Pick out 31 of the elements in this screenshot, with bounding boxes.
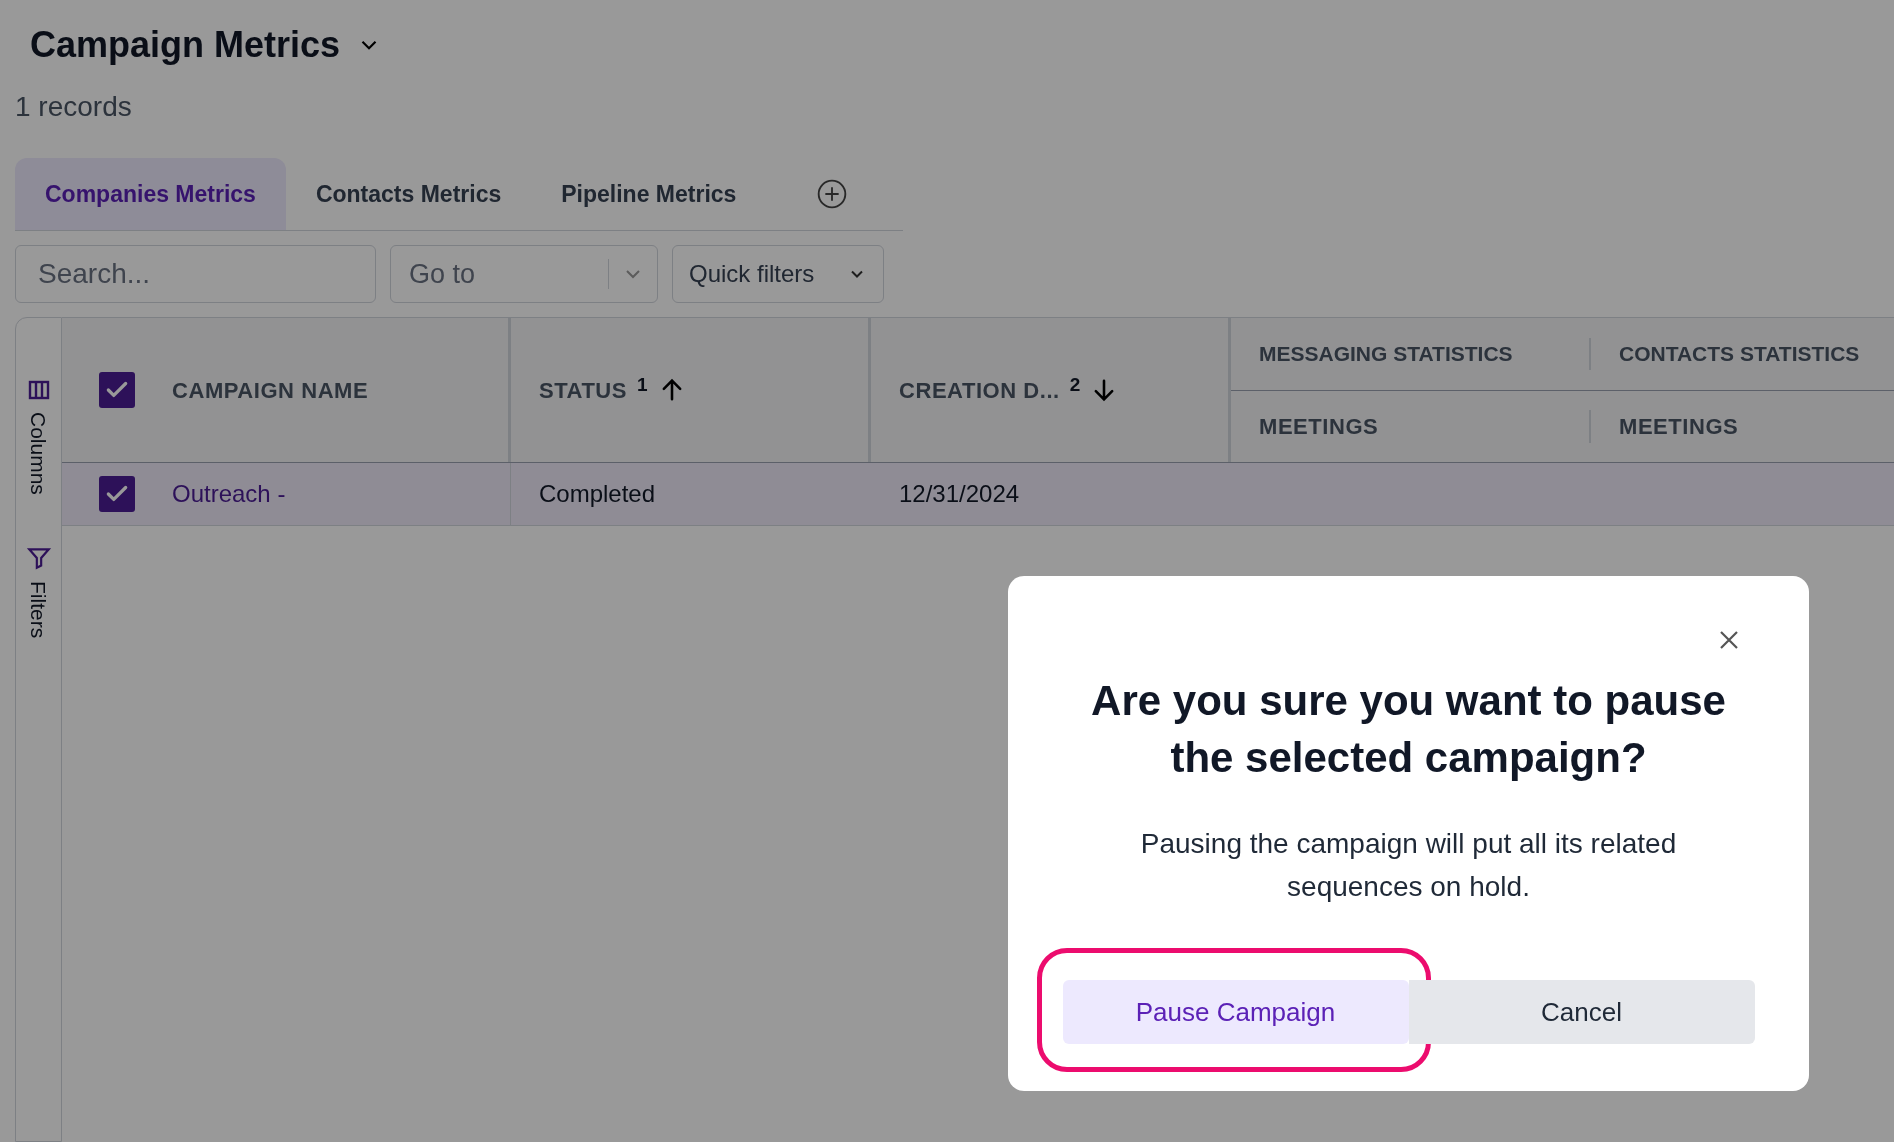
records-count: 1 records <box>14 90 132 124</box>
table-row[interactable]: Outreach - Completed 12/31/2024 <box>62 463 1894 526</box>
campaign-link[interactable]: Outreach - <box>172 476 286 512</box>
checkbox[interactable] <box>99 476 135 512</box>
column-header[interactable]: MEETINGS <box>1619 413 1739 439</box>
goto-dropdown[interactable]: Go to <box>390 245 658 303</box>
dialog-message: Pausing the campaign will put all its related sequences on hold. <box>1139 827 1678 904</box>
tab[interactable]: Contacts Metrics <box>285 158 532 230</box>
group-header: MESSAGING STATISTICS <box>1259 342 1513 365</box>
table-cell-text: Completed <box>539 479 656 509</box>
page-title: Campaign Metrics <box>30 23 341 67</box>
tab[interactable]: Pipeline Metrics <box>531 158 767 230</box>
add-circle-icon[interactable] <box>816 178 849 210</box>
column-header[interactable]: CAMPAIGN NAME <box>172 373 369 407</box>
group-header: CONTACTS STATISTICS <box>1619 342 1860 365</box>
column-header[interactable]: MEETINGS <box>1259 413 1379 439</box>
tab[interactable]: Companies Metrics <box>15 158 286 230</box>
side-panel-tab[interactable]: Columns <box>22 378 55 495</box>
sort-order: 1 <box>637 372 648 397</box>
cancel-button[interactable]: Cancel <box>1408 980 1755 1044</box>
dialog-title: Are you sure you want to pause the selected campaign? <box>1090 676 1727 783</box>
column-header[interactable]: STATUS <box>539 373 628 407</box>
pause-campaign-button[interactable]: Pause Campaign <box>1062 980 1409 1044</box>
column-header[interactable]: CREATION D... <box>899 373 1060 407</box>
table-cell-text: 12/31/2024 <box>899 479 1020 509</box>
side-panel-tab[interactable]: Filters <box>22 544 55 639</box>
quick-filters-button[interactable]: Quick filters <box>672 245 884 303</box>
sort-order: 2 <box>1069 372 1081 397</box>
search-field[interactable]: Search... <box>15 245 376 303</box>
columns-icon <box>26 378 51 402</box>
checkbox[interactable] <box>99 372 135 408</box>
